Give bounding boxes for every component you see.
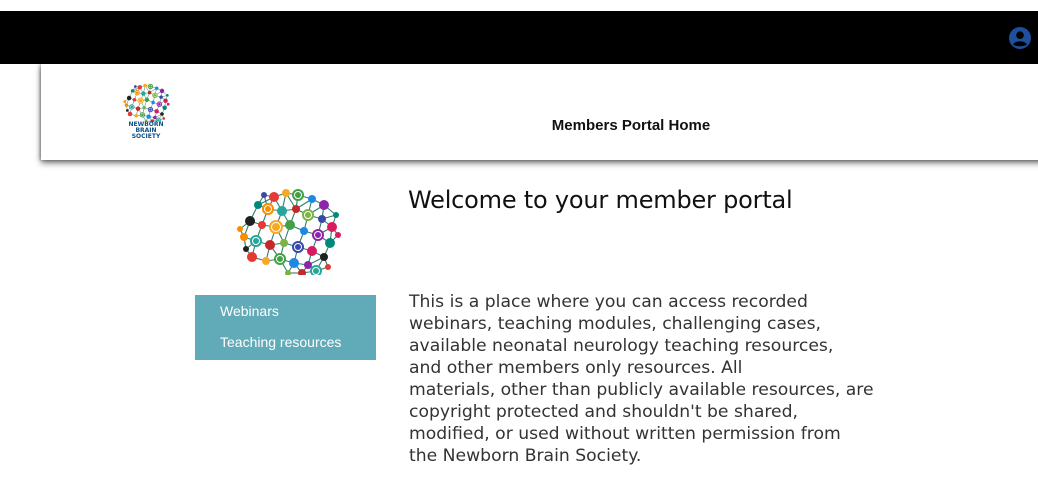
intro-line: copyright protected and shouldn't be sha… bbox=[409, 402, 798, 422]
logo-node bbox=[261, 192, 267, 198]
logo-node bbox=[285, 270, 291, 276]
logo-node bbox=[280, 239, 288, 247]
logo-node bbox=[292, 205, 300, 213]
logo-node bbox=[130, 89, 135, 93]
logo-node bbox=[146, 114, 151, 119]
logo-node bbox=[312, 229, 324, 241]
logo-node bbox=[134, 85, 137, 88]
logo-node bbox=[129, 104, 135, 110]
logo-node bbox=[166, 102, 170, 106]
logo-node bbox=[159, 88, 165, 94]
site-header: NEWBORN BRAIN SOCIETY Members Portal Hom… bbox=[41, 64, 1038, 160]
logo-node bbox=[134, 90, 140, 96]
logo-node bbox=[154, 109, 159, 114]
logo-node bbox=[302, 209, 314, 221]
logo-node bbox=[141, 91, 146, 96]
logo-node bbox=[308, 195, 316, 203]
logo-node bbox=[162, 105, 167, 110]
logo-node bbox=[126, 95, 132, 101]
newborn-brain-society-logo[interactable]: NEWBORN BRAIN SOCIETY bbox=[118, 82, 174, 142]
logo-node bbox=[124, 103, 129, 107]
logo-node bbox=[327, 222, 337, 232]
user-account-icon[interactable] bbox=[1009, 27, 1031, 49]
intro-line: and other members only resources. All bbox=[409, 358, 743, 378]
logo-node bbox=[137, 85, 142, 90]
logo-node bbox=[250, 235, 262, 247]
logo-node bbox=[320, 253, 328, 261]
logo-node bbox=[243, 246, 249, 252]
logo-node bbox=[292, 241, 304, 253]
welcome-heading: Welcome to your member portal bbox=[408, 186, 793, 214]
member-nav-menu: Webinars Teaching resources bbox=[195, 295, 376, 360]
logo-node bbox=[143, 83, 147, 88]
logo-node bbox=[126, 109, 129, 112]
intro-line: materials, other than publicly available… bbox=[409, 380, 874, 400]
logo-node bbox=[151, 100, 155, 105]
brain-logo-image bbox=[228, 185, 348, 277]
intro-line: modified, or used without written permis… bbox=[409, 424, 841, 444]
logo-node bbox=[142, 106, 146, 110]
logo-node bbox=[335, 232, 341, 238]
logo-node bbox=[319, 200, 329, 210]
logo-node bbox=[307, 246, 317, 256]
logo-node bbox=[265, 240, 275, 250]
logo-node bbox=[147, 106, 154, 113]
logo-node bbox=[123, 100, 126, 103]
logo-node bbox=[132, 98, 137, 102]
page-title: Members Portal Home bbox=[551, 117, 711, 134]
logo-node bbox=[325, 264, 331, 270]
logo-node bbox=[159, 95, 163, 99]
logo-node bbox=[160, 112, 164, 116]
logo-node bbox=[247, 252, 257, 262]
logo-node bbox=[156, 101, 162, 107]
logo-node bbox=[166, 94, 169, 97]
logo-node bbox=[163, 98, 168, 103]
intro-line: webinars, teaching modules, challenging … bbox=[409, 314, 821, 334]
intro-line: available neonatal neurology teaching re… bbox=[409, 336, 834, 356]
logo-node bbox=[277, 206, 287, 216]
nav-item-webinars[interactable]: Webinars bbox=[220, 303, 279, 319]
logo-node bbox=[258, 221, 266, 229]
logo-node bbox=[289, 258, 299, 268]
logo-node bbox=[333, 212, 339, 218]
logo-node bbox=[318, 215, 326, 223]
logo-node bbox=[139, 112, 146, 118]
logo-node bbox=[237, 226, 243, 232]
logo-node bbox=[254, 201, 262, 209]
nav-item-teaching-resources[interactable]: Teaching resources bbox=[220, 334, 341, 350]
logo-node bbox=[147, 90, 152, 95]
logo-node bbox=[144, 97, 150, 102]
logo-node bbox=[325, 238, 335, 248]
logo-node bbox=[274, 253, 286, 265]
brain-network-logo-icon bbox=[237, 189, 341, 277]
logo-node bbox=[240, 233, 248, 241]
intro-line: the Newborn Brain Society. bbox=[409, 446, 642, 466]
logo-node bbox=[282, 189, 290, 197]
logo-node bbox=[153, 115, 157, 120]
logo-node bbox=[269, 192, 279, 202]
logo-node bbox=[245, 216, 255, 226]
logo-node bbox=[162, 117, 166, 120]
logo-node bbox=[127, 111, 133, 117]
logo-node bbox=[154, 86, 159, 90]
brain-network-logo-icon bbox=[123, 83, 170, 122]
intro-line: This is a place where you can access rec… bbox=[409, 292, 808, 312]
logo-node bbox=[147, 83, 154, 90]
intro-paragraph: This is a place where you can access rec… bbox=[409, 291, 939, 467]
logo-node bbox=[152, 92, 158, 98]
logo-node bbox=[134, 114, 138, 118]
logo-node bbox=[292, 189, 304, 201]
logo-node bbox=[262, 257, 270, 265]
logo-node bbox=[304, 261, 312, 269]
logo-node bbox=[262, 203, 274, 215]
logo-node bbox=[285, 220, 295, 230]
logo-node bbox=[310, 265, 322, 277]
logo-node bbox=[135, 106, 141, 111]
logo-text-line2: SOCIETY bbox=[131, 133, 161, 140]
logo-node bbox=[300, 227, 308, 235]
logo-text: NEWBORN BRAIN SOCIETY bbox=[118, 122, 174, 140]
top-bar bbox=[0, 11, 1038, 64]
